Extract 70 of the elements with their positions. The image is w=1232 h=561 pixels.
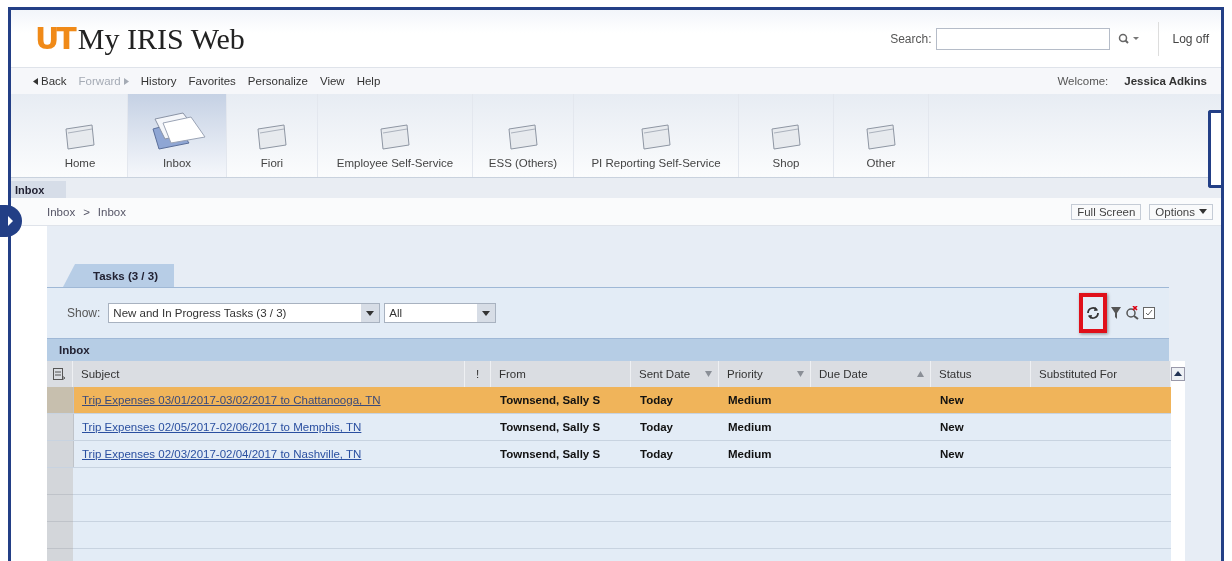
launchpad-tab[interactable]: Shop: [739, 94, 834, 177]
table-settings-icon[interactable]: [53, 368, 65, 380]
table-cell-text: Medium: [727, 447, 773, 462]
nav-link[interactable]: Back: [33, 75, 67, 87]
folder-icon: [379, 123, 411, 151]
filter-icon[interactable]: [1111, 306, 1121, 320]
user-name: Jessica Adkins: [1124, 75, 1207, 87]
table-cell-text: Townsend, Sally S: [499, 447, 602, 462]
logo: UT: [35, 21, 74, 56]
launchpad-tab[interactable]: Other: [834, 94, 929, 177]
right-arrow-icon: [123, 77, 129, 85]
table-row[interactable]: Trip Expenses 03/01/2017-03/02/2017 to Chattanooga, TN Townsend, Sally S Today Medium New: [47, 387, 1171, 414]
launchpad-tab[interactable]: ESS (Others): [473, 94, 574, 177]
expand-panel-icon[interactable]: [0, 205, 22, 237]
refresh-icon[interactable]: [1086, 306, 1100, 320]
launchpad-tab[interactable]: Fiori: [227, 94, 318, 177]
table-cell-text: New: [939, 447, 965, 462]
search-label: Search:: [890, 31, 932, 46]
clear-search-icon[interactable]: [1125, 306, 1139, 320]
table-cell-text: New: [939, 420, 965, 435]
scroll-up-icon[interactable]: [1171, 367, 1185, 381]
page-tab[interactable]: Inbox: [11, 181, 67, 198]
nav-link[interactable]: Favorites: [188, 75, 236, 87]
task-subject-link[interactable]: Trip Expenses 02/05/2017-02/06/2017 to Memphis, TN: [82, 421, 362, 433]
table-cell-text: Today: [639, 447, 674, 462]
table-row[interactable]: Trip Expenses 02/03/2017-02/04/2017 to Nashville, TN Townsend, Sally S Today Medium New: [47, 441, 1171, 468]
table-cell-text: Today: [639, 420, 674, 435]
dropdown-caret-icon: [366, 310, 375, 316]
task-subject-link[interactable]: Trip Expenses 03/01/2017-03/02/2017 to Chattanooga, TN: [82, 394, 381, 406]
folder-icon: [507, 123, 539, 151]
tasks-tab[interactable]: Tasks (3 / 3): [63, 264, 174, 287]
settings-icon[interactable]: [1143, 307, 1155, 319]
logoff-link[interactable]: Log off: [1157, 21, 1209, 56]
options-button[interactable]: Options: [1149, 203, 1213, 220]
breadcrumb-link[interactable]: Inbox: [97, 205, 126, 218]
table-cell-text: Medium: [727, 393, 773, 408]
table-cell-text: Townsend, Sally S: [499, 393, 602, 408]
breadcrumb-separator: >: [83, 205, 90, 218]
filter-dropdown[interactable]: All: [384, 303, 497, 323]
dropdown-caret-icon: [482, 310, 491, 316]
table-row[interactable]: Trip Expenses 02/05/2017-02/06/2017 to Memphis, TN Townsend, Sally S Today Medium New: [47, 414, 1171, 441]
launchpad-tab[interactable]: Inbox: [128, 94, 227, 177]
search-icon[interactable]: [1117, 32, 1140, 45]
full-screen-button[interactable]: Full Screen: [1071, 203, 1142, 220]
folder-icon: [64, 123, 96, 151]
breadcrumb-link[interactable]: Inbox: [47, 205, 76, 218]
caret-icon: [1199, 209, 1207, 214]
table-cell-text: Medium: [727, 420, 773, 435]
side-panel-handle[interactable]: [1208, 110, 1221, 188]
table-title: Inbox: [47, 339, 1169, 361]
nav-link[interactable]: History: [140, 75, 177, 87]
launchpad-tab[interactable]: PI Reporting Self-Service: [574, 94, 739, 177]
table-cell-text: Today: [639, 393, 674, 408]
launchpad-tab[interactable]: Employee Self-Service: [318, 94, 473, 177]
app-title: My IRIS Web: [77, 21, 245, 56]
left-arrow-icon: [33, 77, 38, 85]
folder-icon: [256, 123, 288, 151]
task-subject-link[interactable]: Trip Expenses 02/03/2017-02/04/2017 to Nashville, TN: [82, 448, 362, 460]
folder-icon: [865, 123, 897, 151]
search-field[interactable]: [935, 27, 1110, 50]
welcome-label: Welcome:: [1057, 75, 1109, 87]
table-cell-text: Townsend, Sally S: [499, 420, 602, 435]
nav-link[interactable]: Help: [356, 75, 381, 87]
show-label: Show:: [67, 306, 101, 320]
table-cell-text: New: [939, 393, 965, 408]
folder-icon: [770, 123, 802, 151]
folder-icon: [640, 123, 672, 151]
nav-link[interactable]: View: [319, 75, 345, 87]
filter-dropdown[interactable]: New and In Progress Tasks (3 / 3): [108, 303, 381, 323]
nav-link[interactable]: Personalize: [247, 75, 308, 87]
